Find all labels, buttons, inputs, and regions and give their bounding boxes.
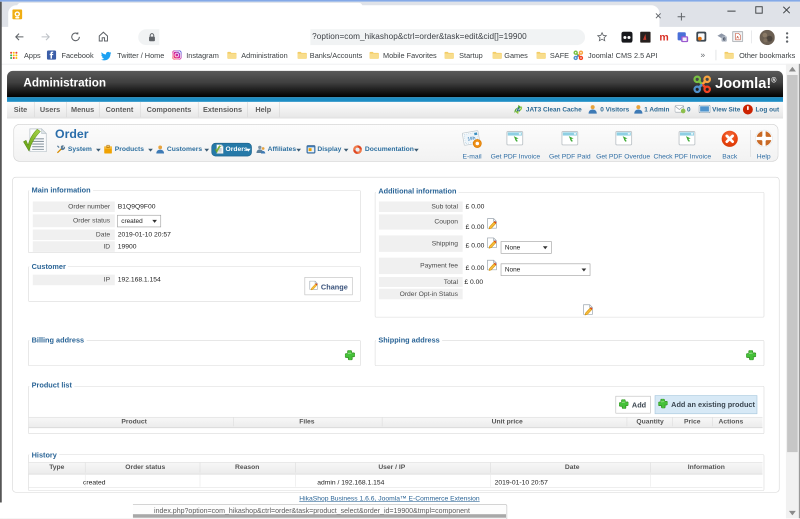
- svg-text:A: A: [516, 107, 520, 113]
- svg-text:0: 0: [723, 37, 726, 42]
- svg-text:A: A: [736, 35, 739, 39]
